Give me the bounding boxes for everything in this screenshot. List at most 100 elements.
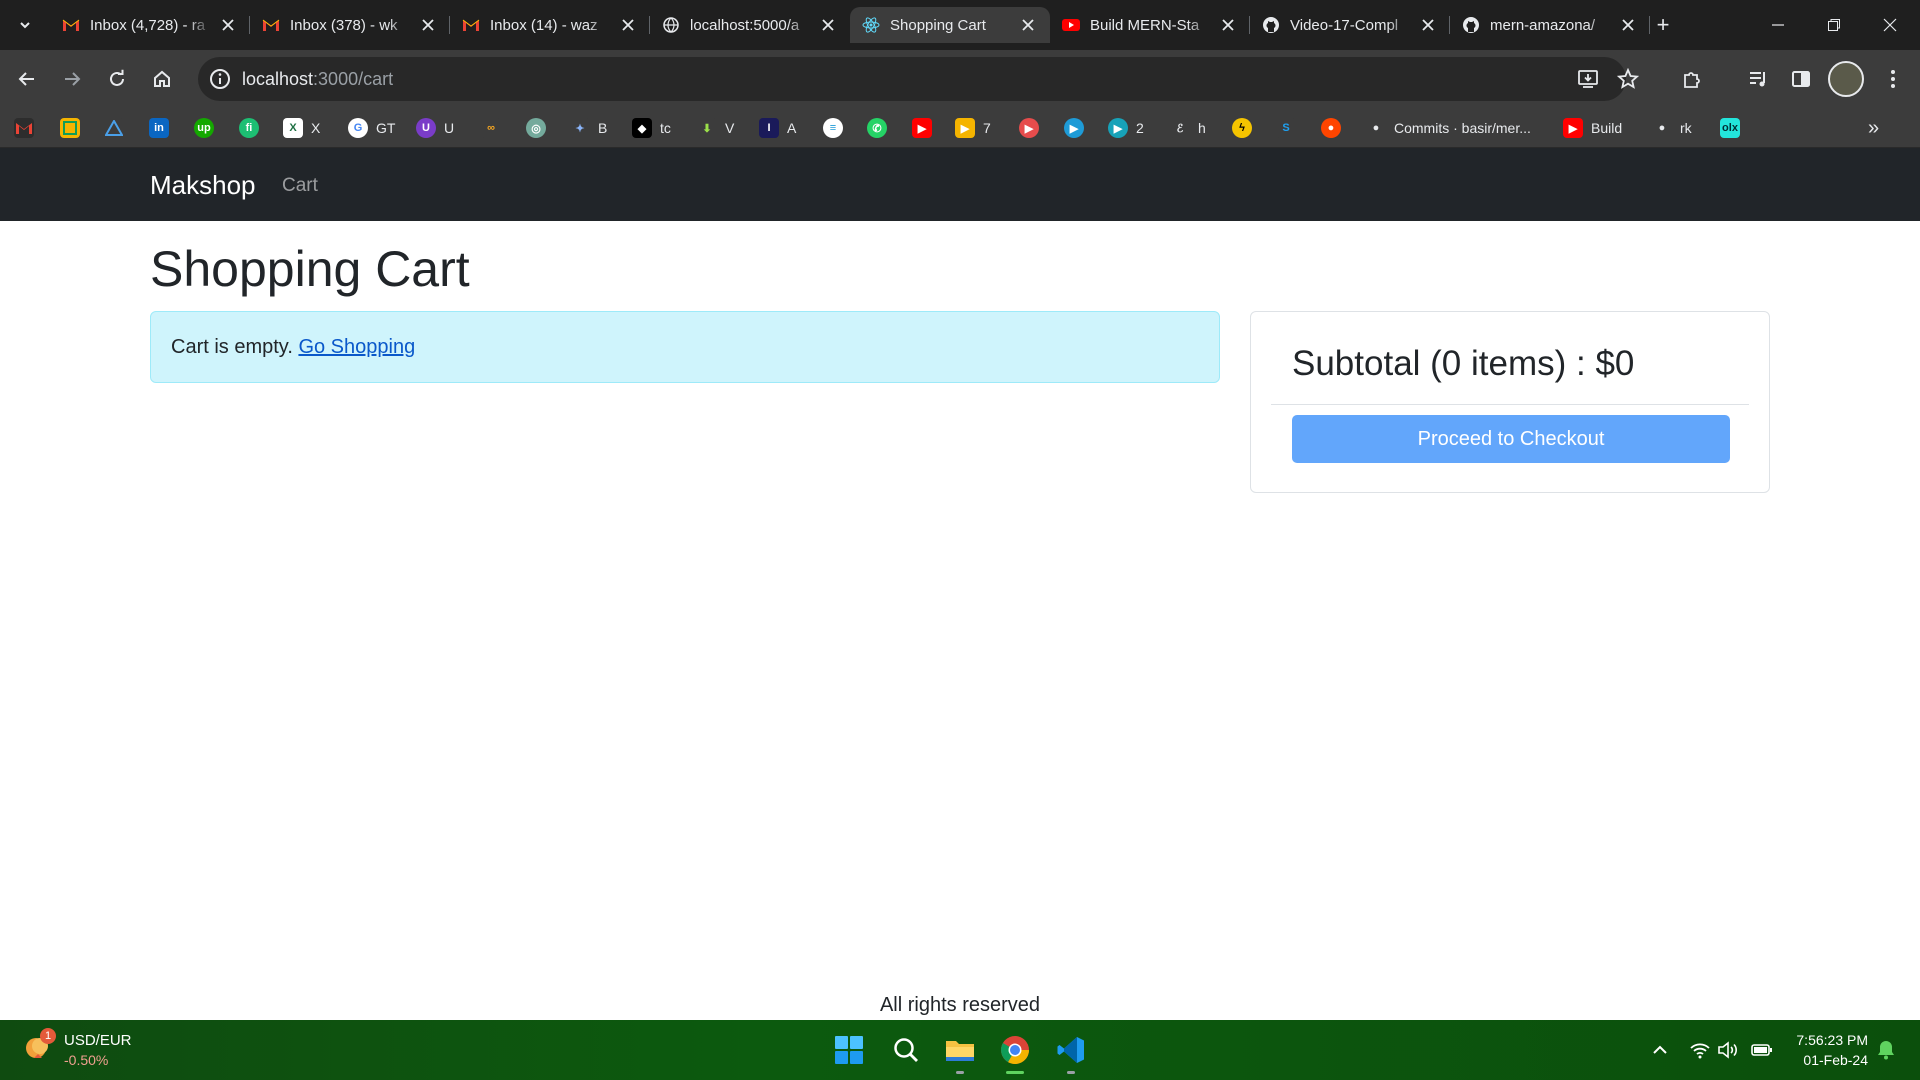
bell-icon <box>1878 1041 1894 1060</box>
back-button[interactable] <box>11 63 43 95</box>
bookmark-item[interactable]: up <box>194 116 214 140</box>
bookmark-item[interactable]: ▶ <box>1019 116 1039 140</box>
bookmark-item[interactable]: ▶ 2 <box>1108 116 1144 140</box>
bookmark-item[interactable]: ◎ <box>526 116 546 140</box>
bookmark-item[interactable]: ϟ <box>1232 116 1252 140</box>
bookmark-item[interactable]: ◆ tc <box>632 116 671 140</box>
bookmark-item[interactable]: ▶ 7 <box>955 116 991 140</box>
side-panel-button[interactable] <box>1785 63 1817 95</box>
extensions-button[interactable] <box>1676 63 1708 95</box>
tab-close-icon[interactable] <box>1418 15 1438 35</box>
bookmark-item[interactable]: olx <box>1720 116 1740 140</box>
tab-title: Inbox (4,728) - ra <box>90 16 206 34</box>
bookmark-item[interactable]: S <box>1276 116 1296 140</box>
tab-title: Build MERN-Sta <box>1090 16 1200 34</box>
tab-close-icon[interactable] <box>1618 15 1638 35</box>
browser-tab[interactable]: localhost:5000/a <box>650 7 850 43</box>
italic-icon: I <box>759 118 779 138</box>
bookmarks-overflow-button[interactable]: » <box>1868 116 1879 140</box>
taskbar-search-button[interactable] <box>884 1028 928 1072</box>
browser-tab[interactable]: Inbox (4,728) - ra <box>50 7 250 43</box>
bookmark-item[interactable]: ● rk <box>1652 116 1692 140</box>
browser-tab[interactable]: Video-17-Compl <box>1250 7 1450 43</box>
bookmark-star-button[interactable] <box>1612 63 1644 95</box>
browser-tab[interactable]: Inbox (378) - wk <box>250 7 450 43</box>
browser-toolbar: localhost:3000/cart <box>0 50 1920 108</box>
browser-tab[interactable]: Build MERN-Sta <box>1050 7 1250 43</box>
bookmark-item[interactable]: fi <box>239 116 259 140</box>
bookmark-item[interactable]: ▶ <box>1064 116 1084 140</box>
brand-link[interactable]: Makshop <box>150 170 256 201</box>
tab-close-icon[interactable] <box>1018 15 1038 35</box>
play-cyan-icon: ▶ <box>1108 118 1128 138</box>
url-text[interactable]: localhost:3000/cart <box>242 69 393 90</box>
bookmark-item[interactable] <box>14 116 34 140</box>
bookmark-item[interactable]: XX <box>283 116 320 140</box>
system-clock[interactable]: 7:56:23 PM 01-Feb-24 <box>1788 1030 1868 1070</box>
chrome-taskbar-button[interactable] <box>993 1028 1037 1074</box>
bookmark-item[interactable]: G GT <box>348 116 395 140</box>
tab-title: Inbox (14) - waz <box>490 16 598 34</box>
reload-button[interactable] <box>101 63 133 95</box>
tab-close-icon[interactable] <box>418 15 438 35</box>
bookmark-item[interactable]: ▶ <box>912 116 932 140</box>
chrome-menu-button[interactable] <box>1877 63 1909 95</box>
bookmark-label: tc <box>660 120 671 136</box>
proceed-to-checkout-button[interactable]: Proceed to Checkout <box>1292 415 1730 463</box>
profile-avatar[interactable] <box>1828 61 1864 97</box>
bookmark-item[interactable]: in <box>149 116 169 140</box>
volume-button[interactable] <box>1716 1038 1740 1062</box>
chevron-up-icon <box>1653 1045 1667 1054</box>
bookmark-item[interactable]: ⬇ V <box>697 116 734 140</box>
bookmark-item[interactable]: ▶ Build <box>1563 116 1622 140</box>
tab-title: localhost:5000/a <box>690 16 800 34</box>
browser-tab[interactable]: Shopping Cart <box>850 7 1050 43</box>
media-controls-button[interactable] <box>1742 63 1774 95</box>
notifications-button[interactable] <box>1874 1038 1898 1062</box>
bookmark-item[interactable]: ℰh <box>1170 116 1206 140</box>
vscode-taskbar-button[interactable] <box>1049 1028 1093 1074</box>
minimize-icon <box>1772 24 1784 26</box>
react-icon <box>862 16 880 34</box>
go-shopping-link[interactable]: Go Shopping <box>298 336 415 358</box>
minimize-button[interactable] <box>1750 0 1806 50</box>
nav-cart-link[interactable]: Cart <box>282 175 318 197</box>
tab-close-icon[interactable] <box>218 15 238 35</box>
bookmark-item[interactable]: ≡ <box>823 116 843 140</box>
tab-close-icon[interactable] <box>618 15 638 35</box>
bookmark-item[interactable]: ✆ <box>867 116 887 140</box>
bookmark-item[interactable]: IA <box>759 116 796 140</box>
browser-tab[interactable]: Inbox (14) - waz <box>450 7 650 43</box>
tab-close-icon[interactable] <box>1218 15 1238 35</box>
bookmark-item[interactable]: ● Commits · basir/mer... <box>1366 116 1531 140</box>
home-button[interactable] <box>146 63 178 95</box>
bookmark-item[interactable]: ∞ <box>481 116 501 140</box>
restore-button[interactable] <box>1806 0 1862 50</box>
tab-close-icon[interactable] <box>818 15 838 35</box>
card-divider <box>1271 404 1749 405</box>
browser-tab[interactable]: mern-amazona/ <box>1450 7 1650 43</box>
bookmark-item[interactable] <box>104 116 124 140</box>
bookmark-item[interactable] <box>60 116 80 140</box>
show-hidden-icons-button[interactable] <box>1648 1038 1672 1062</box>
app-navbar: Makshop Cart <box>0 148 1920 221</box>
wifi-button[interactable] <box>1688 1038 1712 1062</box>
site-info-button[interactable] <box>206 65 234 93</box>
close-window-button[interactable] <box>1862 0 1918 50</box>
new-tab-button[interactable]: + <box>1648 10 1678 40</box>
diamond-icon: ◆ <box>632 118 652 138</box>
forward-button[interactable] <box>56 63 88 95</box>
olx-icon: olx <box>1720 118 1740 138</box>
bookmark-item[interactable]: ● <box>1321 116 1341 140</box>
file-explorer-button[interactable] <box>938 1028 982 1074</box>
start-button[interactable] <box>827 1028 871 1072</box>
tab-title: mern-amazona/ <box>1490 16 1596 34</box>
address-bar[interactable]: localhost:3000/cart <box>198 57 1626 101</box>
bookmark-item[interactable]: UU <box>416 116 454 140</box>
bookmark-item[interactable]: ✦ B <box>570 116 607 140</box>
home-icon <box>154 70 170 87</box>
tab-search-button[interactable] <box>10 10 40 40</box>
bookmark-label: GT <box>376 120 396 136</box>
install-app-button[interactable] <box>1576 67 1600 91</box>
battery-button[interactable] <box>1750 1038 1774 1062</box>
